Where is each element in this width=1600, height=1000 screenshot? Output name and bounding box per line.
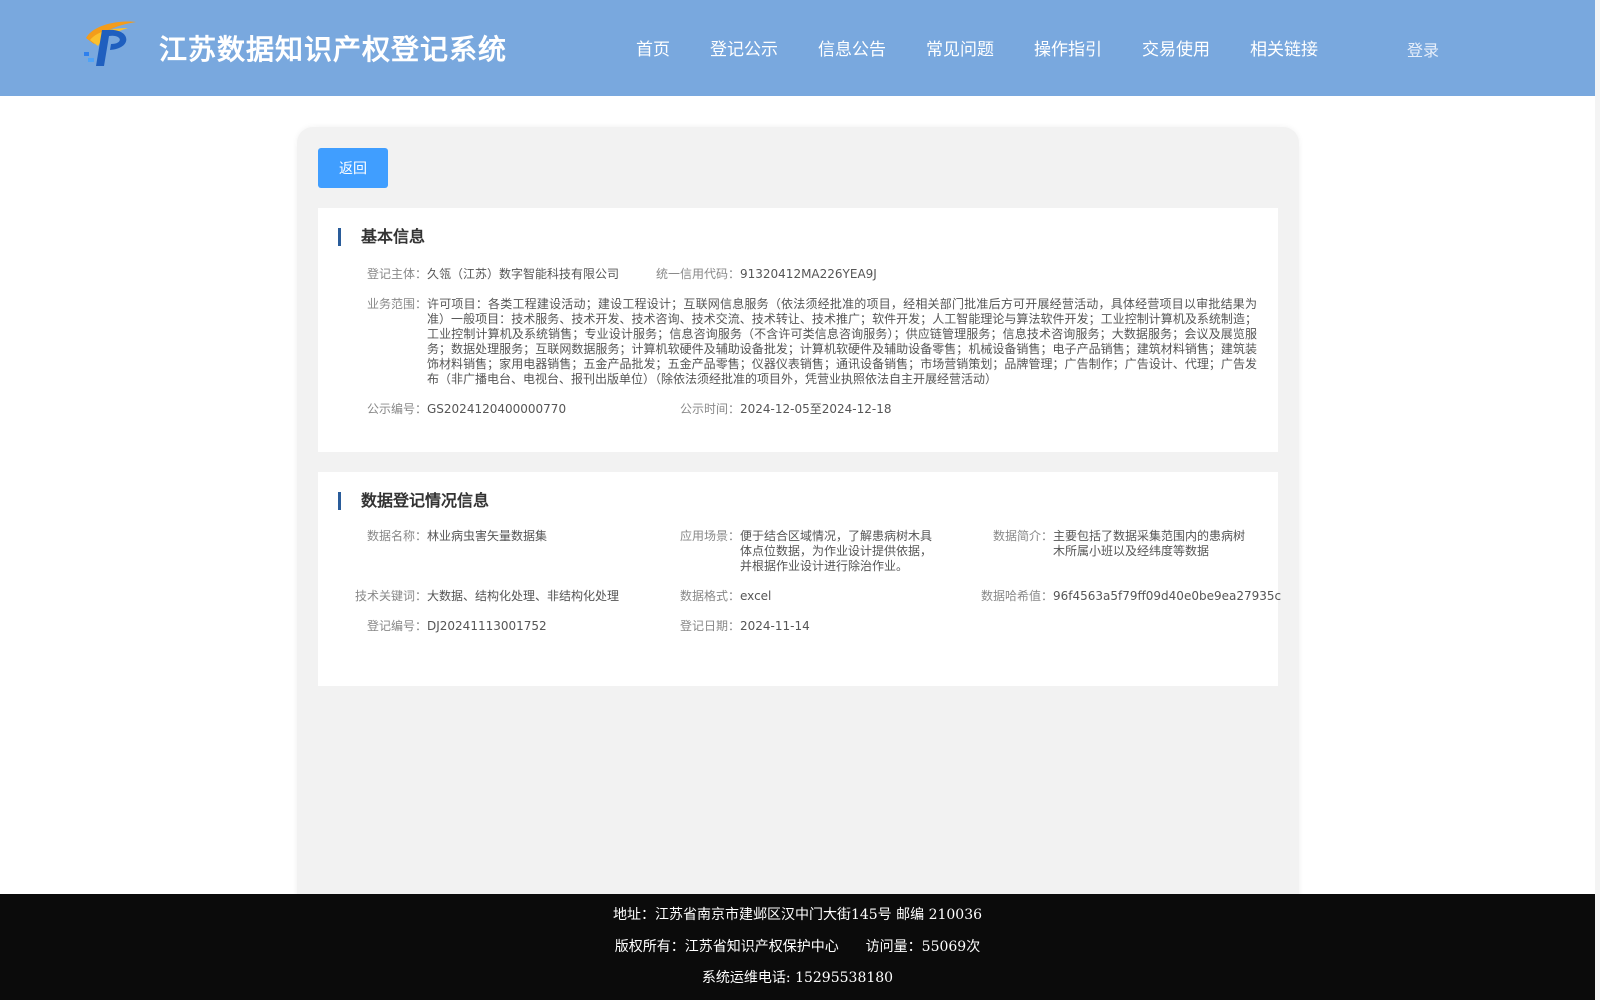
site-title[interactable]: 江苏数据知识产权登记系统 [159, 28, 507, 68]
pub-time-value: 2024-12-05至2024-12-18 [740, 402, 892, 416]
nav-registration-notice[interactable]: 登记公示 [710, 35, 778, 60]
scrollbar-track[interactable] [1595, 0, 1600, 1000]
scene-label: 应用场景： [679, 529, 740, 543]
footer-phone: 系统运维电话: 15295538180 [701, 970, 894, 986]
basic-info-title: 基本信息 [338, 228, 425, 246]
subject-value: 久瓴（江苏）数字智能科技有限公司 [427, 267, 620, 281]
site-header: 江苏数据知识产权登记系统 首页 登记公示 信息公告 常见问题 操作指引 交易使用… [0, 0, 1595, 96]
data-name-value: 林业病虫害矢量数据集 [427, 529, 548, 543]
basic-info-card: 基本信息 登记主体： 久瓴（江苏）数字智能科技有限公司 统一信用代码： 9132… [318, 208, 1278, 452]
main-nav: 首页 登记公示 信息公告 常见问题 操作指引 交易使用 相关链接 [636, 35, 1358, 60]
footer-address: 地址：江苏省南京市建邺区汉中门大街145号 邮编 210036 [612, 907, 983, 923]
nav-faq[interactable]: 常见问题 [926, 35, 994, 60]
subject-label: 登记主体： [366, 267, 427, 281]
nav-trading[interactable]: 交易使用 [1142, 35, 1210, 60]
data-registration-card: 数据登记情况信息 数据名称： 林业病虫害矢量数据集 应用场景： 便于结合区域情况… [318, 472, 1282, 686]
keywords-value: 大数据、结构化处理、非结构化处理 [427, 589, 620, 603]
nav-announcements[interactable]: 信息公告 [818, 35, 886, 60]
reg-no-label: 登记编号： [366, 619, 427, 633]
scene-value: 便于结合区域情况，了解患病树木具体点位数据，为作业设计提供依据，并根据作业设计进… [740, 529, 933, 573]
nav-home[interactable]: 首页 [636, 35, 670, 60]
intro-value: 主要包括了数据采集范围内的患病树木所属小班以及经纬度等数据 [1053, 529, 1246, 558]
hash-value: 96f4563a5f79ff09d40e0be9ea27935c [1053, 589, 1282, 603]
pub-time-label: 公示时间： [679, 402, 740, 416]
footer-visits: 访问量：55069次 [865, 939, 981, 955]
footer-copyright-row: 版权所有：江苏省知识产权保护中心 访问量：55069次 [0, 936, 1595, 956]
reg-date-label: 登记日期： [679, 619, 740, 633]
ip-logo-icon[interactable] [80, 18, 140, 70]
data-registration-title: 数据登记情况信息 [338, 492, 489, 510]
footer-copyright: 版权所有：江苏省知识产权保护中心 [614, 939, 839, 955]
back-button[interactable]: 返回 [318, 148, 388, 188]
format-value: excel [740, 589, 772, 603]
hash-label: 数据哈希值： [980, 589, 1053, 603]
scope-label: 业务范围： [366, 297, 427, 311]
nav-guide[interactable]: 操作指引 [1034, 35, 1102, 60]
intro-label: 数据简介： [992, 529, 1053, 543]
login-link[interactable]: 登录 [1407, 37, 1439, 61]
pub-no-label: 公示编号： [366, 402, 427, 416]
pub-no-value: GS2024120400000770 [427, 402, 567, 416]
reg-date-value: 2024-11-14 [740, 619, 810, 633]
data-name-label: 数据名称： [366, 529, 427, 543]
credit-value: 91320412MA226YEA9J [740, 267, 877, 281]
credit-label: 统一信用代码： [655, 267, 740, 281]
site-footer: 地址：江苏省南京市建邺区汉中门大街145号 邮编 210036 版权所有：江苏省… [0, 894, 1595, 1000]
nav-links[interactable]: 相关链接 [1250, 35, 1318, 60]
reg-no-value: DJ20241113001752 [427, 619, 547, 633]
scope-value: 许可项目：各类工程建设活动；建设工程设计；互联网信息服务（依法须经批准的项目，经… [427, 297, 1257, 386]
format-label: 数据格式： [679, 589, 740, 603]
keywords-label: 技术关键词： [354, 589, 427, 603]
